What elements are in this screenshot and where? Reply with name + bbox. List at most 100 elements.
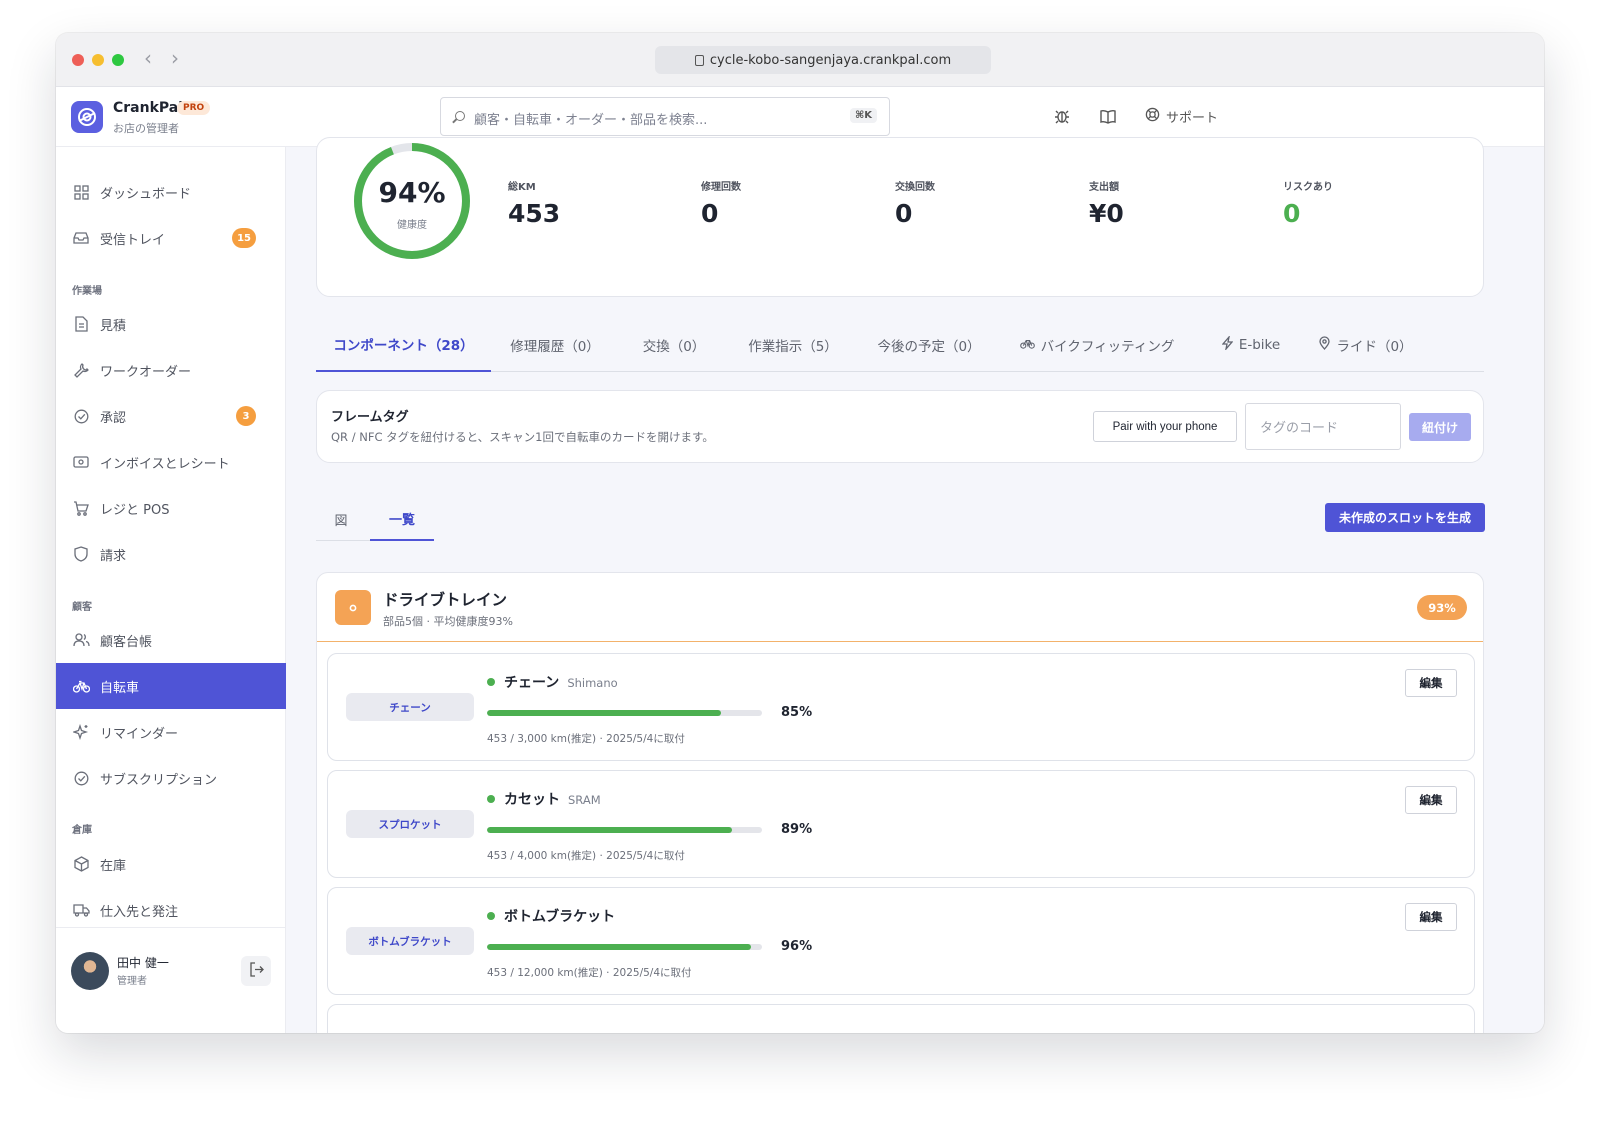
sidebar-item-pos[interactable]: レジと POS <box>56 485 286 531</box>
tab-label: 作業指示（5） <box>748 338 838 355</box>
health-bar-fill <box>487 944 751 950</box>
avatar[interactable] <box>71 952 109 990</box>
tag-code-input[interactable]: タグのコード <box>1245 403 1401 450</box>
sidebar-item-customers[interactable]: 顧客台帳 <box>56 617 286 663</box>
group-header[interactable]: ドライブトレイン 部品5個 · 平均健康度93% 93% <box>317 573 1483 642</box>
tab-components[interactable]: コンポーネント（28） <box>316 317 491 372</box>
component-name: カセット SRAM <box>504 789 601 809</box>
bike-icon <box>1019 337 1035 353</box>
sidebar-item-billing[interactable]: 請求 <box>56 531 286 577</box>
tab-diagram-view[interactable]: 図 <box>316 497 366 541</box>
support-link[interactable]: サポート <box>1145 107 1218 126</box>
health-bar <box>487 827 762 833</box>
generate-slots-button[interactable]: 未作成のスロットを生成 <box>1325 503 1485 532</box>
sidebar-item-label: サブスクリプション <box>100 772 218 788</box>
pin-icon <box>1319 335 1331 354</box>
sidebar-item-bikes[interactable]: 自転車 <box>56 663 286 709</box>
health-bar <box>487 710 762 716</box>
book-icon[interactable] <box>1099 107 1117 125</box>
sidebar-item-inventory[interactable]: 在庫 <box>56 841 286 887</box>
health-percent: 94% <box>378 176 446 209</box>
health-label: 健康度 <box>397 220 427 231</box>
bolt-icon <box>1221 334 1234 354</box>
sidebar-item-label: 見積 <box>100 318 127 334</box>
tab-replacements[interactable]: 交換（0） <box>626 317 722 372</box>
tab-label: 一覧 <box>388 512 415 528</box>
logout-button[interactable] <box>241 956 271 986</box>
sidebar-item-work-orders[interactable]: ワークオーダー <box>56 347 286 393</box>
frame-tag-description: QR / NFC タグを紐付けると、スキャン1回で自転車のカードを開けます。 <box>331 430 714 444</box>
sidebar-item-estimates[interactable]: 見積 <box>56 301 286 347</box>
tab-bike-fitting[interactable]: バイクフィッティング <box>1008 317 1186 372</box>
group-health-badge: 93% <box>1417 595 1467 620</box>
health-percent: 89% <box>781 822 813 837</box>
tab-label: 今後の予定（0） <box>877 338 981 355</box>
tab-rides[interactable]: ライド（0） <box>1311 317 1421 372</box>
link-tag-button[interactable]: 紐付け <box>1409 413 1471 441</box>
global-search-input[interactable]: 顧客・自転車・オーダー・部品を検索... ⌘K <box>440 97 890 136</box>
health-bar-fill <box>487 827 732 833</box>
address-bar[interactable]: cycle-kobo-sangenjaya.crankpal.com <box>655 46 991 74</box>
component-card-chain: チェーン チェーン Shimano 85% 453 / 3,000 km(推定) … <box>327 653 1475 761</box>
sidebar-item-invoices[interactable]: インボイスとレシート <box>56 439 286 485</box>
tab-upcoming[interactable]: 今後の予定（0） <box>866 317 992 372</box>
tab-ebike[interactable]: E-bike <box>1206 317 1296 372</box>
tab-repair-history[interactable]: 修理履歴（0） <box>496 317 614 372</box>
truck-icon <box>72 901 90 919</box>
close-window-button[interactable] <box>72 54 84 66</box>
cart-icon <box>72 499 90 517</box>
pair-phone-button[interactable]: Pair with your phone <box>1093 411 1237 442</box>
edit-button[interactable]: 編集 <box>1405 669 1457 697</box>
stat-total-km: 総KM 453 <box>508 178 560 228</box>
sidebar-item-label: 承認 <box>100 410 127 426</box>
sidebar-item-label: 請求 <box>100 548 127 564</box>
back-arrow-icon[interactable]: ‹ <box>144 48 152 68</box>
slot-pill: スプロケット <box>346 810 474 838</box>
component-name-text: ボトムブラケット <box>504 909 616 925</box>
url-text: cycle-kobo-sangenjaya.crankpal.com <box>709 52 952 68</box>
sidebar-item-subscriptions[interactable]: サブスクリプション <box>56 755 286 801</box>
sidebar-item-label: 自転車 <box>100 680 140 696</box>
sidebar-item-label: 仕入先と発注 <box>100 904 179 920</box>
bug-icon[interactable] <box>1053 107 1071 125</box>
user-name: 田中 健一 <box>117 956 169 970</box>
sidebar-item-reminders[interactable]: リマインダー <box>56 709 286 755</box>
edit-button[interactable]: 編集 <box>1405 786 1457 814</box>
inbox-count-badge: 15 <box>232 228 256 248</box>
component-meta: 453 / 3,000 km(推定) · 2025/5/4に取付 <box>487 733 685 745</box>
health-ring: 94% 健康度 <box>353 142 471 260</box>
stat-replacements: 交換回数 0 <box>895 178 935 228</box>
stat-label: 修理回数 <box>701 182 741 193</box>
lock-icon <box>694 54 704 66</box>
crankpal-logo-icon[interactable] <box>71 101 103 133</box>
grid-icon <box>72 183 90 201</box>
sparkle-icon <box>72 723 90 741</box>
brand-subtitle: お店の管理者 <box>113 122 179 135</box>
search-shortcut: ⌘K <box>849 108 877 123</box>
section-label-customers: 顧客 <box>72 602 92 613</box>
sidebar-item-dashboard[interactable]: ダッシュボード <box>56 169 286 215</box>
forward-arrow-icon[interactable]: › <box>171 48 179 68</box>
stat-label: 総KM <box>508 182 536 193</box>
wrench-icon <box>72 361 90 379</box>
edit-button[interactable]: 編集 <box>1405 903 1457 931</box>
stat-at-risk: リスクあり 0 <box>1283 178 1333 228</box>
sidebar-item-inbox[interactable]: 受信トレイ 15 <box>56 215 286 261</box>
check-circle-icon <box>72 407 90 425</box>
approvals-count-badge: 3 <box>236 406 256 426</box>
tab-work-orders[interactable]: 作業指示（5） <box>734 317 852 372</box>
brand-name: CrankPal <box>113 100 184 116</box>
tab-label: ライド（0） <box>1336 338 1413 355</box>
sidebar-item-label: ダッシュボード <box>100 186 192 202</box>
sidebar-item-approvals[interactable]: 承認 3 <box>56 393 286 439</box>
health-percent: 85% <box>781 705 813 720</box>
minimize-window-button[interactable] <box>92 54 104 66</box>
stat-label: 支出額 <box>1089 182 1119 193</box>
sidebar-item-label: 受信トレイ <box>100 232 166 248</box>
health-bar <box>487 944 762 950</box>
maximize-window-button[interactable] <box>112 54 124 66</box>
tab-list-view[interactable]: 一覧 <box>370 497 434 541</box>
lifebuoy-icon <box>1145 107 1160 126</box>
health-percent: 96% <box>781 939 813 954</box>
component-name: ボトムブラケット <box>504 906 623 926</box>
